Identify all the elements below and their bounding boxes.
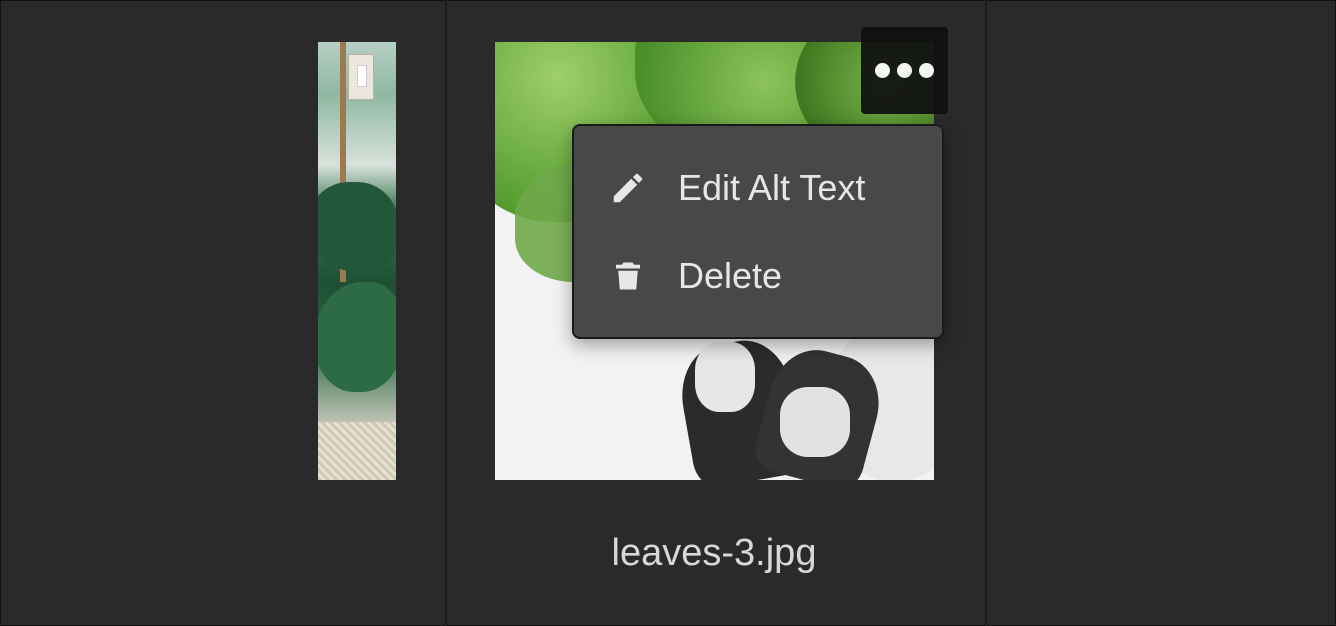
ellipsis-dot (897, 63, 912, 78)
ellipsis-dot (875, 63, 890, 78)
pencil-icon (608, 168, 648, 208)
thumbnail-light-switch (348, 54, 374, 100)
gallery-cell-left (0, 0, 444, 626)
ellipsis-dot (919, 63, 934, 78)
left-thumbnail[interactable] (318, 42, 396, 480)
menu-item-label: Edit Alt Text (678, 167, 866, 208)
menu-item-edit-alt-text[interactable]: Edit Alt Text (574, 148, 942, 228)
file-name-label: leaves-3.jpg (611, 532, 817, 574)
thumbnail-leaf (318, 182, 396, 272)
context-menu: Edit Alt Text Delete (572, 124, 944, 339)
gallery-cell-right (985, 0, 1336, 626)
menu-item-delete[interactable]: Delete (574, 236, 942, 316)
trash-icon (608, 256, 648, 296)
thumbnail-basket (318, 422, 396, 480)
photo-shoe-sole (780, 387, 850, 457)
menu-item-label: Delete (678, 255, 783, 296)
more-options-button[interactable] (861, 27, 948, 114)
photo-shoe-sole (695, 342, 755, 412)
thumbnail-leaf (318, 282, 396, 392)
